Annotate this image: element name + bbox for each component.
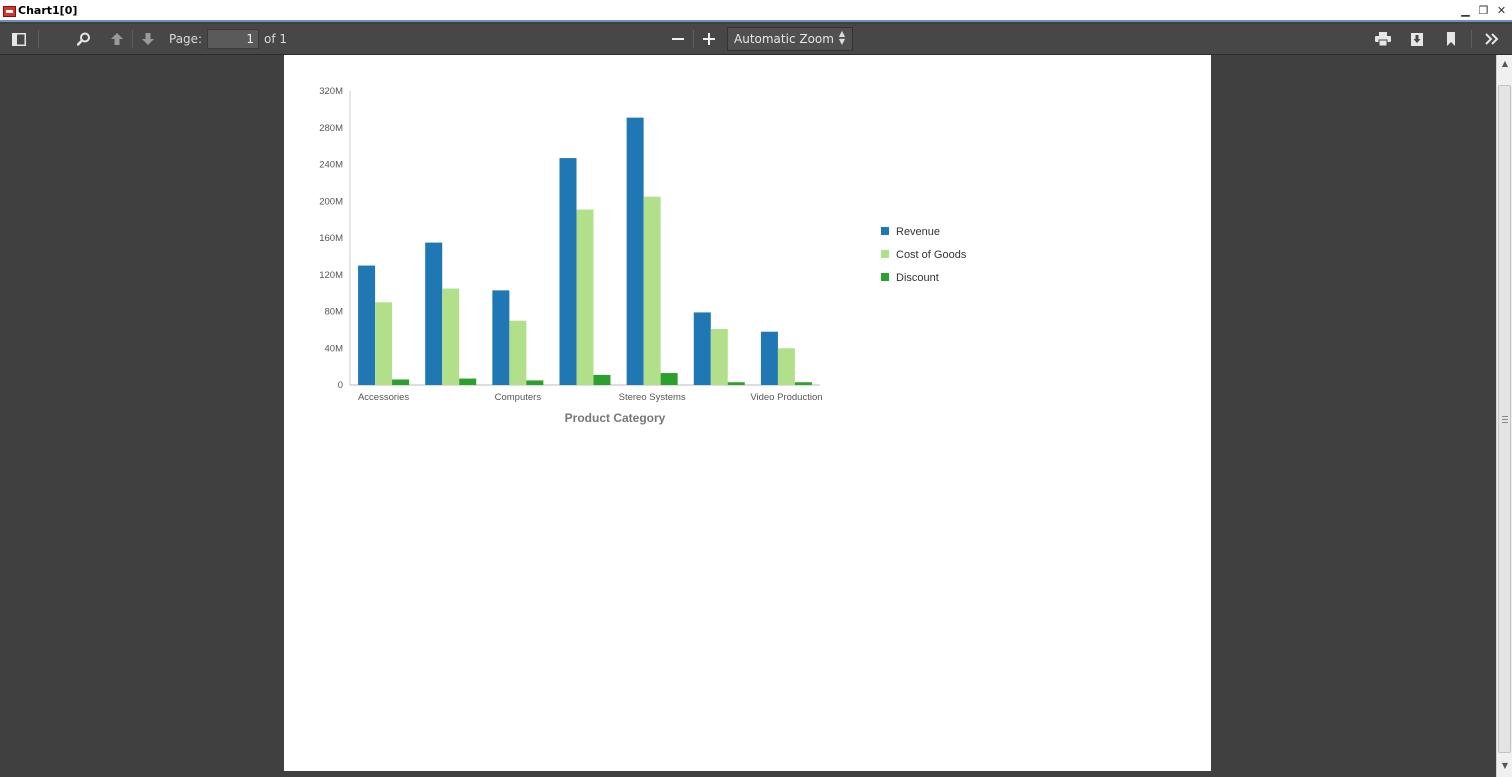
scroll-up-arrow-icon[interactable]: ▲	[1500, 59, 1510, 69]
legend-swatch	[881, 250, 889, 258]
window-title: Chart1[0]	[18, 4, 78, 17]
bar-cost-of-goods	[509, 320, 527, 385]
y-tick-label: 160M	[319, 233, 343, 244]
maximize-button[interactable]: ❐	[1477, 4, 1490, 17]
print-button[interactable]	[1371, 28, 1395, 50]
tools-button[interactable]	[1480, 28, 1504, 50]
legend-swatch	[881, 227, 889, 235]
download-button[interactable]	[1405, 28, 1429, 50]
bar-discount	[794, 382, 812, 385]
bar-revenue	[626, 117, 644, 386]
toolbar-separator	[132, 30, 133, 48]
y-tick-label: 0	[338, 380, 343, 391]
bar-revenue	[559, 158, 577, 385]
pdf-app-icon	[3, 6, 16, 17]
bar-revenue	[358, 265, 376, 385]
bar-discount	[392, 379, 410, 385]
previous-page-button[interactable]	[105, 28, 129, 50]
x-tick-label: Video Production	[750, 392, 822, 403]
bar-cost-of-goods	[375, 302, 393, 385]
bar-discount	[459, 378, 477, 385]
y-tick-label: 240M	[319, 160, 343, 171]
pdf-toolbar: Page: of 1 Automatic Zoom ▲▼	[0, 24, 1512, 55]
bar-cost-of-goods	[576, 209, 594, 385]
scroll-down-arrow-icon[interactable]: ▼	[1500, 761, 1510, 771]
minus-icon	[672, 38, 684, 40]
y-tick-label: 200M	[319, 196, 343, 207]
double-chevron-right-icon	[1485, 33, 1499, 45]
legend-label: Discount	[896, 272, 939, 284]
bar-chart: 0 40M 80M 120M 160M 200M 240M 280M 320M Accessori…	[319, 86, 967, 425]
vertical-scrollbar[interactable]: ▲ ▼	[1496, 55, 1512, 777]
scrollbar-thumb[interactable]	[1498, 85, 1511, 753]
download-icon	[1411, 32, 1423, 46]
legend-label: Revenue	[896, 226, 940, 238]
toolbar-separator	[1471, 30, 1472, 48]
arrow-up-icon	[111, 33, 123, 45]
search-icon	[77, 32, 90, 46]
page-count-label: of 1	[264, 32, 288, 46]
arrow-down-icon	[142, 33, 154, 45]
zoom-select-value: Automatic Zoom	[734, 32, 834, 46]
x-axis-title: Product Category	[565, 411, 666, 425]
page-label: Page:	[169, 32, 203, 46]
find-button[interactable]	[72, 28, 96, 50]
zoom-select[interactable]: Automatic Zoom ▲ ▼	[727, 27, 853, 51]
page-number-input[interactable]	[207, 29, 259, 49]
toolbar-separator	[38, 30, 39, 48]
x-tick-label: Stereo Systems	[619, 392, 686, 403]
x-tick-label: Computers	[495, 392, 542, 403]
bar-cost-of-goods	[777, 348, 795, 385]
bar-discount	[526, 380, 544, 385]
plus-icon	[703, 33, 715, 45]
bookmark-icon	[1447, 32, 1455, 46]
zoom-in-button[interactable]	[697, 28, 721, 50]
pdf-page: 0 40M 80M 120M 160M 200M 240M 280M 320M Accessori…	[284, 55, 1211, 771]
select-arrows-icon: ▲ ▼	[838, 29, 845, 46]
sidebar-toggle-icon	[12, 32, 26, 46]
y-tick-label: 320M	[319, 86, 343, 97]
printer-icon	[1375, 32, 1391, 46]
legend-label: Cost of Goods	[896, 249, 967, 261]
y-tick-label: 280M	[319, 123, 343, 134]
bar-revenue	[425, 242, 443, 385]
bar-cost-of-goods	[643, 196, 661, 385]
document-viewer: 0 40M 80M 120M 160M 200M 240M 280M 320M Accessori…	[0, 55, 1496, 777]
bar-discount	[660, 373, 678, 385]
window-titlebar: Chart1[0] ▁ ❐ ✕	[0, 0, 1512, 22]
toolbar-separator	[693, 30, 694, 48]
zoom-out-button[interactable]	[666, 28, 690, 50]
y-tick-label: 120M	[319, 270, 343, 281]
next-page-button[interactable]	[136, 28, 160, 50]
scroll-grip-icon	[1502, 416, 1508, 423]
bar-cost-of-goods	[710, 328, 728, 385]
close-button[interactable]: ✕	[1495, 4, 1508, 17]
bar-cost-of-goods	[442, 288, 460, 385]
bar-revenue	[693, 312, 711, 385]
legend-swatch	[881, 273, 889, 281]
bookmark-button[interactable]	[1439, 28, 1463, 50]
y-tick-label: 40M	[325, 343, 344, 354]
y-tick-label: 80M	[325, 307, 344, 318]
bar-discount	[727, 382, 745, 385]
sidebar-toggle-button[interactable]	[7, 28, 31, 50]
x-tick-label: Accessories	[358, 392, 409, 403]
bar-discount	[593, 374, 611, 385]
minimize-button[interactable]: ▁	[1459, 4, 1472, 17]
bar-revenue	[492, 290, 510, 385]
bar-revenue	[760, 331, 778, 385]
